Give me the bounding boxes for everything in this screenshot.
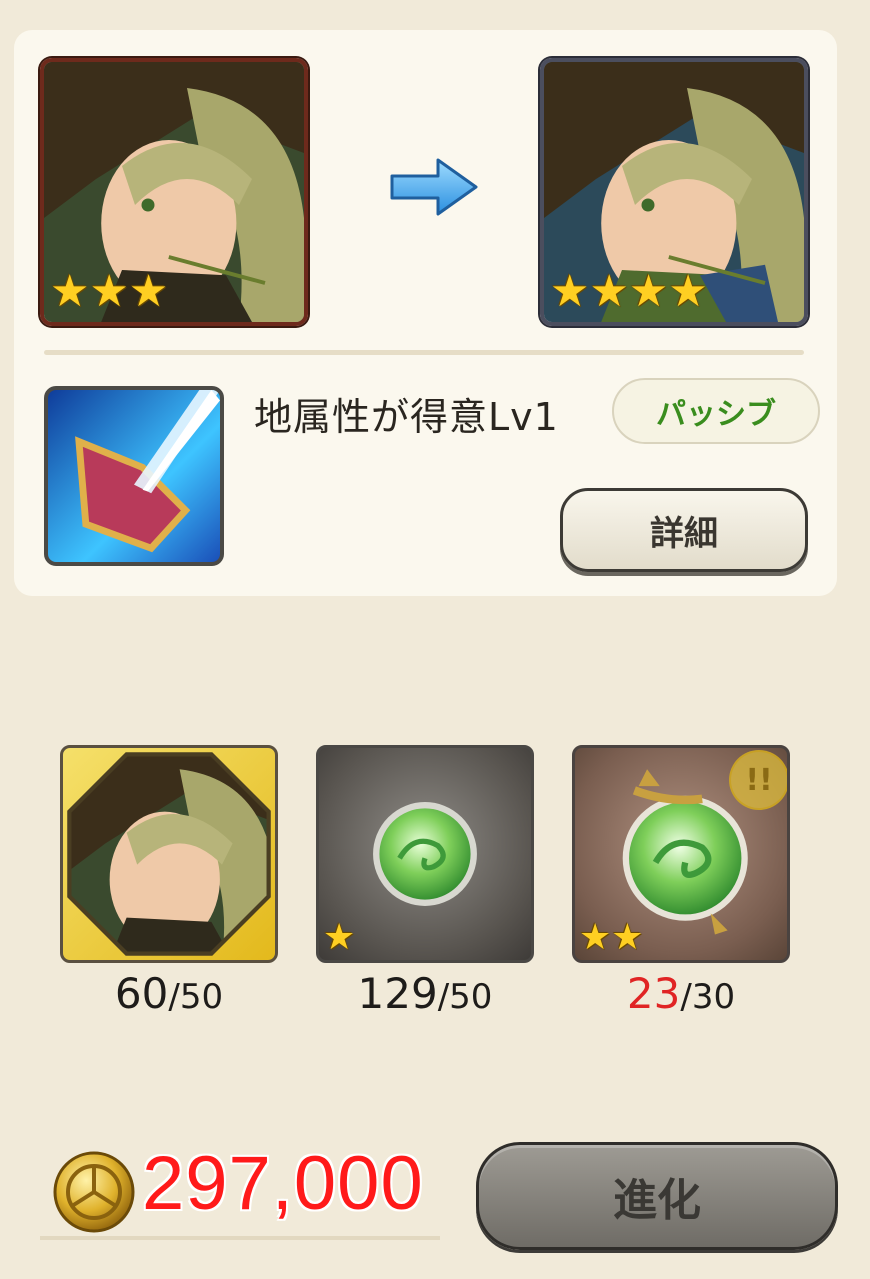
gold-coin-icon bbox=[53, 1151, 135, 1233]
rarity-stars: ★★ bbox=[579, 920, 644, 956]
character-portrait-before[interactable]: ★★★ bbox=[40, 58, 308, 326]
skill-name: 地属性が得意Lv1 bbox=[254, 395, 559, 439]
material-need: /50 bbox=[437, 977, 493, 1017]
material-count: 129/50 bbox=[316, 969, 534, 1018]
evolution-panel: ★★★ ★★★★ 地属性が得意Lv1 パッシブ 詳細 bbox=[14, 30, 837, 596]
star-rating: ★★★ bbox=[50, 266, 169, 317]
material-frame: ★ bbox=[316, 745, 534, 963]
character-portrait-octagon bbox=[67, 752, 271, 956]
material-count: 23/30 bbox=[572, 969, 790, 1018]
star-rating: ★★ bbox=[579, 917, 644, 958]
evolve-button[interactable]: 進化 bbox=[476, 1142, 838, 1250]
material-need: /50 bbox=[168, 977, 224, 1017]
material-slot-3[interactable]: ★★ !! 23/30 bbox=[572, 745, 790, 1018]
material-need: /30 bbox=[680, 977, 736, 1017]
detail-button[interactable]: 詳細 bbox=[560, 488, 808, 572]
passive-type-badge: パッシブ bbox=[612, 378, 820, 444]
section-divider bbox=[44, 350, 804, 355]
material-frame: ★★ !! bbox=[572, 745, 790, 963]
shield-pierce-skill-icon[interactable] bbox=[44, 386, 224, 566]
warning-badge: !! bbox=[729, 750, 787, 810]
star-rating: ★★★★ bbox=[550, 266, 708, 317]
material-slot-1[interactable]: 60/50 bbox=[60, 745, 278, 1018]
rarity-stars-after: ★★★★ bbox=[550, 270, 708, 314]
rarity-stars-before: ★★★ bbox=[50, 270, 168, 314]
skill-art bbox=[75, 390, 220, 553]
rarity-stars: ★ bbox=[323, 920, 355, 956]
right-arrow-icon bbox=[390, 158, 478, 216]
character-portrait-after[interactable]: ★★★★ bbox=[540, 58, 808, 326]
material-have: 23 bbox=[626, 969, 681, 1018]
evolution-cost: 297,000 bbox=[142, 1141, 424, 1226]
material-slot-2[interactable]: ★ 129/50 bbox=[316, 745, 534, 1018]
material-count: 60/50 bbox=[60, 969, 278, 1018]
cost-underline bbox=[40, 1236, 440, 1240]
material-have: 129 bbox=[357, 969, 438, 1018]
star-rating: ★ bbox=[323, 917, 356, 958]
material-have: 60 bbox=[114, 969, 169, 1018]
material-frame bbox=[60, 745, 278, 963]
